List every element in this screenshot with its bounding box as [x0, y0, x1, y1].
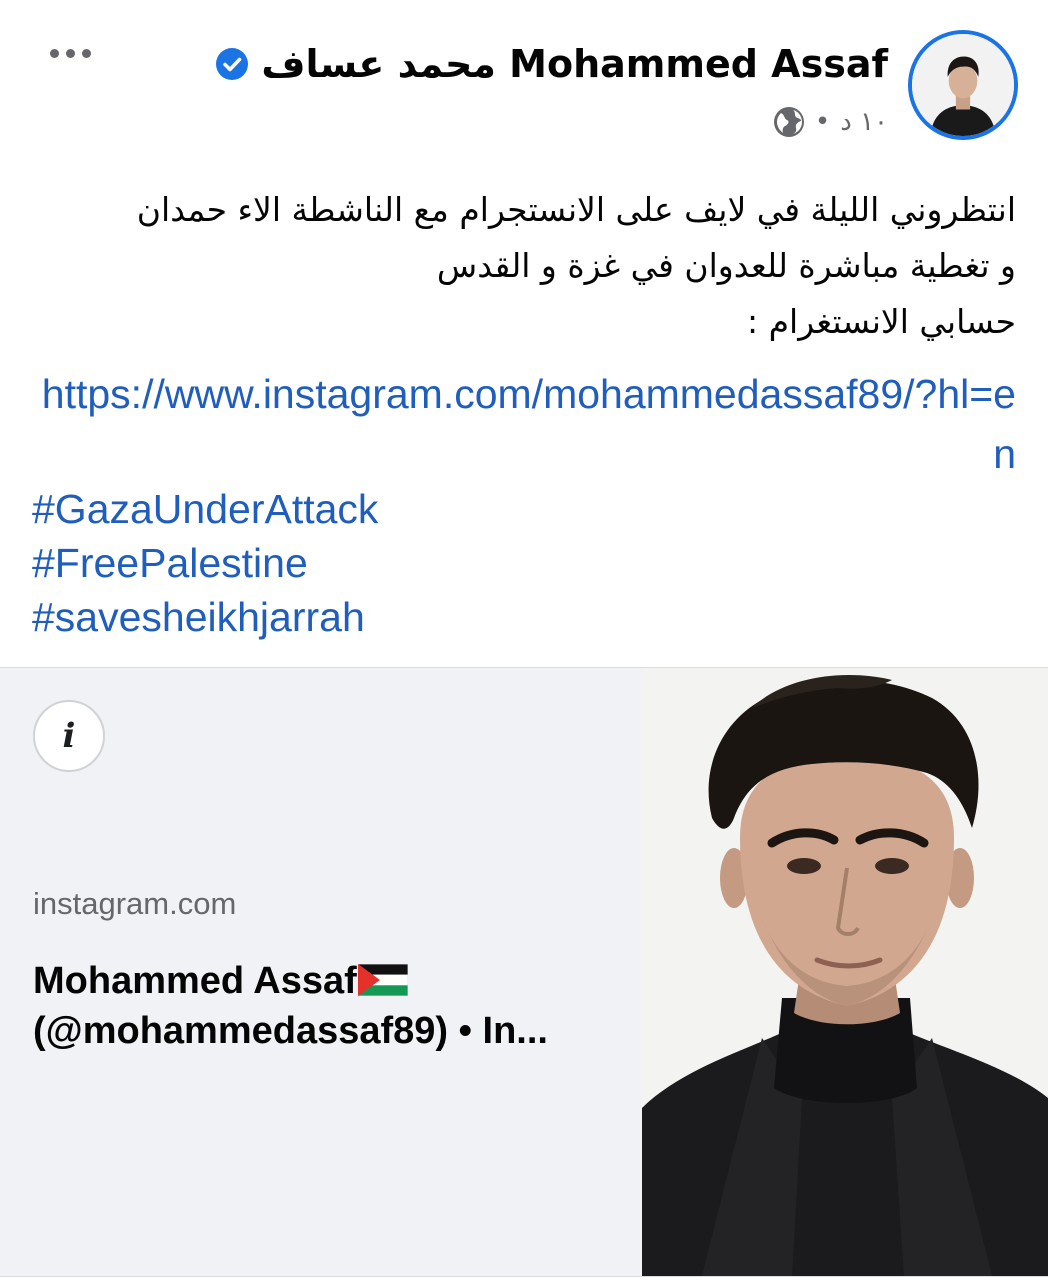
preview-title-handle: (@mohammedassaf89) • In...: [33, 1010, 548, 1052]
verified-badge-icon: [216, 48, 249, 80]
post-meta: • ١٠ د: [773, 106, 888, 138]
more-options-icon[interactable]: [50, 38, 100, 68]
link-preview-image[interactable]: [642, 668, 1048, 1276]
hashtag-link[interactable]: #FreePalestine: [32, 536, 378, 590]
post-message: انتظروني الليلة في لايف على الانستجرام م…: [32, 182, 1016, 350]
author-avatar[interactable]: [908, 30, 1018, 140]
preview-title[interactable]: Mohammed Assaf (@mohammedassaf89) • In..…: [33, 956, 623, 1056]
preview-domain: instagram.com: [33, 886, 237, 921]
profile-photo: [642, 668, 1048, 1276]
post-text-line: انتظروني الليلة في لايف على الانستجرام م…: [136, 190, 1016, 229]
meta-separator: •: [814, 107, 831, 137]
hashtag-list: #GazaUnderAttack #FreePalestine #saveshe…: [32, 482, 378, 644]
post-timestamp[interactable]: ١٠ د: [840, 107, 888, 137]
globe-icon[interactable]: [773, 106, 805, 138]
post-text-line: حسابي الانستغرام :: [747, 302, 1016, 341]
post-author[interactable]: محمد عساف Mohammed Assaf: [215, 36, 888, 92]
hashtag-link[interactable]: #savesheikhjarrah: [32, 590, 378, 644]
info-glyph: i: [62, 716, 76, 756]
preview-title-name: Mohammed Assaf: [33, 960, 357, 1002]
post-text-line: و تغطية مباشرة للعدوان في غزة و القدس: [436, 246, 1016, 285]
palestine-flag-icon: [357, 964, 408, 996]
author-avatar-image: [912, 34, 1014, 136]
instagram-link[interactable]: https://www.instagram.com/mohammedassaf8…: [32, 364, 1016, 484]
hashtag-link[interactable]: #GazaUnderAttack: [32, 482, 378, 536]
author-name[interactable]: محمد عساف Mohammed Assaf: [261, 42, 888, 86]
info-icon[interactable]: i: [33, 700, 105, 772]
